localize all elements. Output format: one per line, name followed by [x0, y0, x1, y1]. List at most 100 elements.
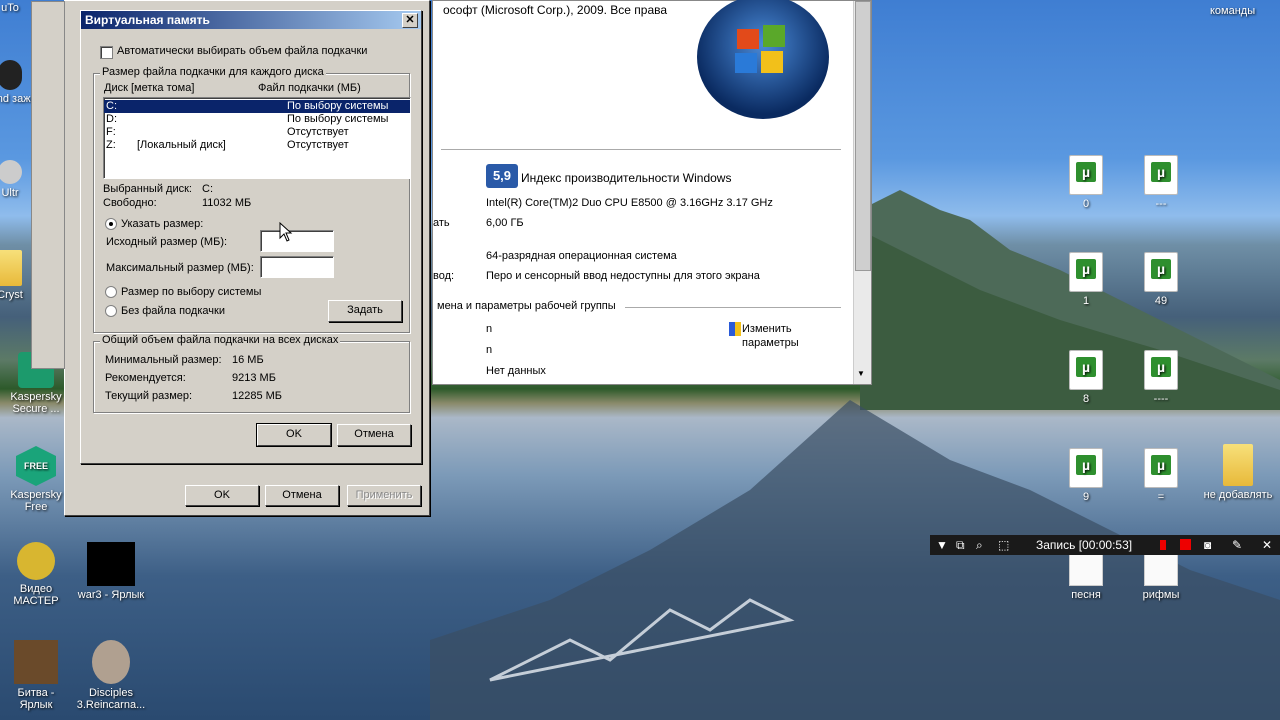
auto-size-checkbox[interactable] — [100, 46, 113, 59]
disciples-icon — [92, 640, 130, 684]
desktop-icon-torrent-1[interactable]: 1 — [1050, 252, 1122, 307]
system-window: ософт (Microsoft Corp.), 2009. Все права… — [432, 0, 872, 385]
os-type: 64-разрядная операционная система — [486, 250, 677, 262]
icon-label: Disciples 3.Reincarna... — [76, 687, 146, 711]
utorrent-file-icon — [1144, 448, 1178, 488]
kaspersky-free-icon: FREE — [16, 446, 56, 486]
desktop-icon-war3[interactable]: war3 - Ярлык — [75, 542, 147, 601]
desktop-icon-torrent-9[interactable]: 9 — [1050, 448, 1122, 503]
icon-label: 8 — [1082, 393, 1090, 405]
dialog-title: Виртуальная память — [85, 13, 210, 27]
cancel-button[interactable]: Отмена — [337, 424, 411, 446]
set-button[interactable]: Задать — [328, 300, 402, 322]
dialog-titlebar[interactable]: Виртуальная память ✕ — [81, 11, 421, 29]
desktop-icon-video-master[interactable]: Видео МАСТЕР — [0, 542, 72, 607]
utorrent-file-icon — [1069, 448, 1103, 488]
recommended-label: Рекомендуется: — [105, 372, 186, 384]
close-icon: ✕ — [405, 14, 415, 26]
rating-label[interactable]: Индекс производительности Windows — [521, 171, 731, 185]
scrollbar[interactable]: ▼ — [853, 1, 871, 384]
region-icon[interactable]: ⬚ — [998, 535, 1009, 555]
pen-value: Перо и сенсорный ввод недоступны для это… — [486, 270, 760, 282]
custom-size-label: Указать размер: — [121, 218, 204, 230]
max-size-input[interactable] — [260, 256, 334, 278]
utorrent-file-icon — [1069, 252, 1103, 292]
bandicam-icon — [0, 60, 22, 90]
utorrent-file-icon — [1069, 350, 1103, 390]
windows-logo-icon — [697, 0, 829, 119]
icon-label: Видео МАСТЕР — [13, 583, 59, 607]
pause-icon[interactable] — [1160, 540, 1166, 550]
min-size-label: Минимальный размер: — [105, 354, 222, 366]
initial-size-input[interactable] — [260, 230, 334, 252]
icon-label: 0 — [1082, 198, 1090, 210]
utorrent-file-icon — [1069, 155, 1103, 195]
close-icon[interactable]: ✕ — [1262, 535, 1272, 555]
recording-timer: Запись [00:00:53] — [1036, 538, 1133, 552]
desktop-icon-torrent-49[interactable]: 49 — [1125, 252, 1197, 307]
ram-label: ать — [433, 217, 450, 229]
scroll-down-icon[interactable]: ▼ — [857, 369, 865, 378]
uac-shield-icon — [729, 322, 741, 336]
recorder-toolbar: ▼ ⧉ ⌕ ⬚ Запись [00:00:53] ◙ ✎ ✕ — [930, 535, 1280, 555]
utorrent-file-icon — [1144, 155, 1178, 195]
drive-list[interactable]: C: По выбору системы D: По выбору систем… — [103, 97, 411, 179]
icon-label: 1 — [1082, 295, 1090, 307]
stop-icon[interactable] — [1180, 539, 1191, 550]
desktop-icon-torrent-dashes2[interactable]: ---- — [1125, 350, 1197, 405]
window-icon[interactable]: ⧉ — [956, 535, 965, 555]
desktop-label-commands: команды — [1210, 5, 1256, 17]
desktop-icon-torrent-0[interactable]: 0 — [1050, 155, 1122, 210]
change-settings-link[interactable]: Изменить параметры — [742, 322, 822, 350]
drive-row[interactable]: Z: [Локальный диск] Отсутствует — [104, 139, 410, 152]
text-file-icon — [1144, 554, 1178, 586]
perf-cancel-button[interactable]: Отмена — [265, 485, 339, 506]
ok-button[interactable]: OK — [256, 423, 332, 447]
custom-size-radio[interactable] — [105, 218, 117, 230]
drive-row[interactable]: F: Отсутствует — [104, 126, 410, 139]
desktop-icon-torrent-equals[interactable]: = — [1125, 448, 1197, 503]
copyright-text: ософт (Microsoft Corp.), 2009. Все права — [443, 3, 668, 17]
full-name: n — [486, 344, 493, 356]
desktop-icon-kaspersky-free[interactable]: FREE Kaspersky Free — [0, 446, 72, 513]
desktop-icon-rifmy[interactable]: рифмы — [1125, 554, 1197, 601]
disc-icon — [0, 160, 22, 184]
divider — [625, 307, 841, 308]
desktop-icon-pesnya[interactable]: песня — [1050, 554, 1122, 601]
desktop-icon-bitva[interactable]: Битва - Ярлык — [0, 640, 72, 711]
column-header-disk: Диск [метка тома] — [104, 82, 195, 94]
max-size-label: Максимальный размер (МБ): — [106, 262, 254, 274]
desktop-icon-folder-ne-dobavlyat[interactable]: не добавлять — [1200, 444, 1276, 501]
desktop-icon-torrent-dashes[interactable]: --- — [1125, 155, 1197, 210]
divider — [441, 149, 841, 150]
description: Нет данных — [486, 365, 546, 377]
drive-row[interactable]: C: По выбору системы — [104, 100, 410, 113]
close-button[interactable]: ✕ — [402, 13, 418, 28]
system-managed-radio[interactable] — [105, 286, 117, 298]
scrollbar-thumb[interactable] — [855, 1, 871, 271]
dropdown-icon[interactable]: ▼ — [936, 535, 948, 555]
drive-row[interactable]: D: По выбору системы — [104, 113, 410, 126]
selected-disk-label: Выбранный диск: — [103, 183, 192, 195]
desktop-icon-torrent-8[interactable]: 8 — [1050, 350, 1122, 405]
icon-label: Kaspersky Free — [10, 489, 62, 513]
group-title: Общий объем файла подкачки на всех диска… — [100, 334, 341, 346]
icon-label: --- — [1155, 198, 1167, 210]
recommended-value: 9213 МБ — [232, 372, 276, 384]
rating-badge[interactable]: 5,9 — [486, 164, 518, 188]
text-file-icon — [1069, 554, 1103, 586]
desktop-icon-disciples[interactable]: Disciples 3.Reincarna... — [75, 640, 147, 711]
zoom-icon[interactable]: ⌕ — [976, 535, 983, 555]
icon-label: 9 — [1082, 491, 1090, 503]
no-paging-radio[interactable] — [105, 305, 117, 317]
perf-ok-button[interactable]: OK — [185, 485, 259, 506]
workgroup-section-title: мена и параметры рабочей группы — [437, 300, 616, 312]
pencil-icon[interactable]: ✎ — [1232, 535, 1242, 555]
group-title: Размер файла подкачки для каждого диска — [100, 66, 326, 78]
perf-apply-button[interactable]: Применить — [347, 485, 421, 506]
icon-label: песня — [1071, 589, 1101, 601]
current-size-value: 12285 МБ — [232, 390, 283, 402]
ram-value: 6,00 ГБ — [486, 217, 524, 229]
icon-label: ---- — [1153, 393, 1169, 405]
camera-icon[interactable]: ◙ — [1204, 535, 1211, 555]
